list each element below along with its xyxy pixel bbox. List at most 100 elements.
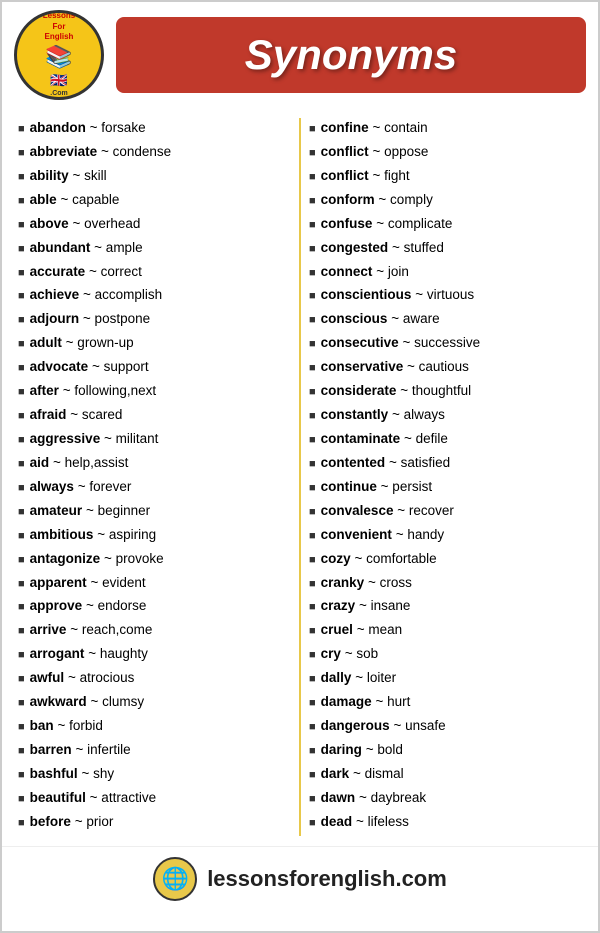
list-item: ■dark ~ dismal bbox=[309, 764, 582, 785]
list-item: ■dead ~ lifeless bbox=[309, 812, 582, 833]
bullet-icon: ■ bbox=[18, 193, 25, 210]
bullet-icon: ■ bbox=[18, 408, 25, 425]
list-item: ■cry ~ sob bbox=[309, 644, 582, 665]
bullet-icon: ■ bbox=[18, 576, 25, 593]
list-item: ■arrive ~ reach,come bbox=[18, 620, 291, 641]
bullet-icon: ■ bbox=[18, 288, 25, 305]
list-item: ■confuse ~ complicate bbox=[309, 214, 582, 235]
list-item: ■conscientious ~ virtuous bbox=[309, 285, 582, 306]
bullet-icon: ■ bbox=[18, 336, 25, 353]
list-item: ■consecutive ~ successive bbox=[309, 333, 582, 354]
list-item: ■advocate ~ support bbox=[18, 357, 291, 378]
list-item: ■ambitious ~ aspiring bbox=[18, 525, 291, 546]
list-item: ■above ~ overhead bbox=[18, 214, 291, 235]
bullet-icon: ■ bbox=[309, 456, 316, 473]
bullet-icon: ■ bbox=[309, 528, 316, 545]
list-item: ■ban ~ forbid bbox=[18, 716, 291, 737]
bullet-icon: ■ bbox=[309, 743, 316, 760]
bullet-icon: ■ bbox=[18, 265, 25, 282]
bullet-icon: ■ bbox=[18, 121, 25, 138]
bullet-icon: ■ bbox=[18, 552, 25, 569]
list-item: ■damage ~ hurt bbox=[309, 692, 582, 713]
list-item: ■contaminate ~ defile bbox=[309, 429, 582, 450]
list-item: ■dawn ~ daybreak bbox=[309, 788, 582, 809]
list-item: ■approve ~ endorse bbox=[18, 596, 291, 617]
list-item: ■constantly ~ always bbox=[309, 405, 582, 426]
bullet-icon: ■ bbox=[18, 312, 25, 329]
list-item: ■arrogant ~ haughty bbox=[18, 644, 291, 665]
bullet-icon: ■ bbox=[18, 169, 25, 186]
header: LessonsForEnglish 📚 🇬🇧 .Com Synonyms bbox=[2, 2, 598, 108]
bullet-icon: ■ bbox=[309, 647, 316, 664]
list-item: ■cranky ~ cross bbox=[309, 573, 582, 594]
bullet-icon: ■ bbox=[18, 743, 25, 760]
list-item: ■confine ~ contain bbox=[309, 118, 582, 139]
list-item: ■conscious ~ aware bbox=[309, 309, 582, 330]
list-item: ■conflict ~ fight bbox=[309, 166, 582, 187]
bullet-icon: ■ bbox=[18, 241, 25, 258]
bullet-icon: ■ bbox=[309, 169, 316, 186]
title-banner: Synonyms bbox=[116, 17, 586, 93]
list-item: ■after ~ following,next bbox=[18, 381, 291, 402]
list-item: ■awful ~ atrocious bbox=[18, 668, 291, 689]
list-item: ■always ~ forever bbox=[18, 477, 291, 498]
list-item: ■dangerous ~ unsafe bbox=[309, 716, 582, 737]
bullet-icon: ■ bbox=[18, 528, 25, 545]
bullet-icon: ■ bbox=[309, 576, 316, 593]
logo: LessonsForEnglish 📚 🇬🇧 .Com bbox=[14, 10, 104, 100]
bullet-icon: ■ bbox=[309, 767, 316, 784]
bullet-icon: ■ bbox=[309, 671, 316, 688]
list-item: ■aggressive ~ militant bbox=[18, 429, 291, 450]
bullet-icon: ■ bbox=[18, 671, 25, 688]
list-item: ■accurate ~ correct bbox=[18, 262, 291, 283]
bullet-icon: ■ bbox=[18, 145, 25, 162]
bullet-icon: ■ bbox=[309, 193, 316, 210]
list-item: ■cruel ~ mean bbox=[309, 620, 582, 641]
list-item: ■afraid ~ scared bbox=[18, 405, 291, 426]
bullet-icon: ■ bbox=[309, 480, 316, 497]
list-item: ■continue ~ persist bbox=[309, 477, 582, 498]
page-title: Synonyms bbox=[136, 31, 566, 79]
list-item: ■awkward ~ clumsy bbox=[18, 692, 291, 713]
bullet-icon: ■ bbox=[309, 121, 316, 138]
bullet-icon: ■ bbox=[309, 623, 316, 640]
list-item: ■considerate ~ thoughtful bbox=[309, 381, 582, 402]
bullet-icon: ■ bbox=[18, 695, 25, 712]
bullet-icon: ■ bbox=[309, 312, 316, 329]
list-item: ■abundant ~ ample bbox=[18, 238, 291, 259]
bullet-icon: ■ bbox=[18, 504, 25, 521]
list-item: ■congested ~ stuffed bbox=[309, 238, 582, 259]
bullet-icon: ■ bbox=[309, 432, 316, 449]
list-item: ■connect ~ join bbox=[309, 262, 582, 283]
list-item: ■aid ~ help,assist bbox=[18, 453, 291, 474]
bullet-icon: ■ bbox=[18, 217, 25, 234]
list-item: ■abbreviate ~ condense bbox=[18, 142, 291, 163]
bullet-icon: ■ bbox=[18, 432, 25, 449]
list-item: ■bashful ~ shy bbox=[18, 764, 291, 785]
bullet-icon: ■ bbox=[18, 647, 25, 664]
list-item: ■able ~ capable bbox=[18, 190, 291, 211]
list-item: ■contented ~ satisfied bbox=[309, 453, 582, 474]
list-item: ■crazy ~ insane bbox=[309, 596, 582, 617]
content-area: ■abandon ~ forsake ■abbreviate ~ condense… bbox=[2, 108, 598, 846]
list-item: ■convenient ~ handy bbox=[309, 525, 582, 546]
bullet-icon: ■ bbox=[309, 552, 316, 569]
list-item: ■conservative ~ cautious bbox=[309, 357, 582, 378]
bullet-icon: ■ bbox=[309, 360, 316, 377]
bullet-icon: ■ bbox=[18, 767, 25, 784]
list-item: ■adult ~ grown-up bbox=[18, 333, 291, 354]
list-item: ■abandon ~ forsake bbox=[18, 118, 291, 139]
bullet-icon: ■ bbox=[309, 408, 316, 425]
left-column: ■abandon ~ forsake ■abbreviate ~ condense… bbox=[10, 118, 301, 836]
bullet-icon: ■ bbox=[18, 623, 25, 640]
list-item: ■amateur ~ beginner bbox=[18, 501, 291, 522]
list-item: ■antagonize ~ provoke bbox=[18, 549, 291, 570]
website-url: lessonsforenglish.com bbox=[207, 866, 447, 892]
list-item: ■conform ~ comply bbox=[309, 190, 582, 211]
bullet-icon: ■ bbox=[309, 241, 316, 258]
bullet-icon: ■ bbox=[309, 695, 316, 712]
list-item: ■ability ~ skill bbox=[18, 166, 291, 187]
list-item: ■adjourn ~ postpone bbox=[18, 309, 291, 330]
footer: 🌐 lessonsforenglish.com bbox=[2, 846, 598, 911]
bullet-icon: ■ bbox=[309, 719, 316, 736]
